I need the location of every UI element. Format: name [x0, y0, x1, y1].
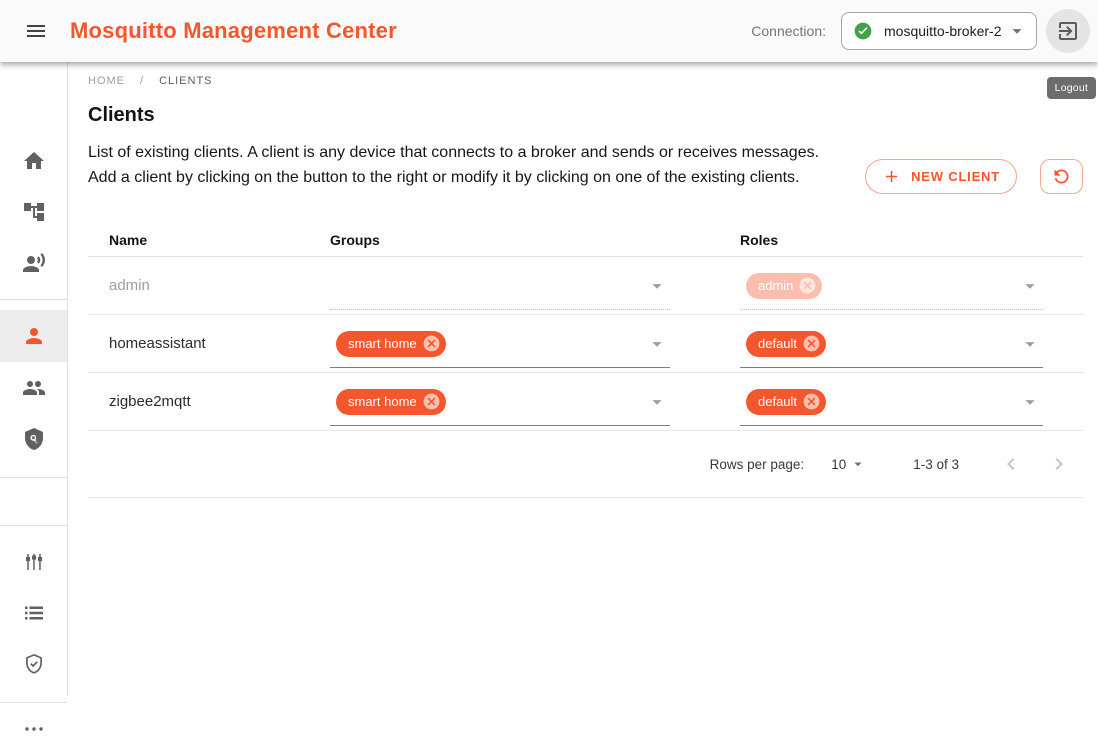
pagination-range: 1-3 of 3 [913, 457, 959, 472]
column-header-roles: Roles [740, 232, 1083, 248]
page-description: List of existing clients. A client is an… [88, 140, 830, 194]
refresh-icon [1051, 166, 1072, 187]
groups-select[interactable]: smart home [330, 386, 670, 426]
groups-select [330, 270, 670, 310]
page-title: Clients [88, 104, 1083, 127]
logout-button[interactable] [1046, 9, 1090, 53]
sidebar-item-topology[interactable] [0, 186, 67, 237]
rows-per-page-value: 10 [831, 457, 846, 472]
previous-page-button[interactable] [987, 440, 1035, 488]
roles-select: admin [740, 270, 1043, 310]
breadcrumb: HOME / CLIENTS [88, 75, 1083, 87]
caret-down-icon [1019, 275, 1041, 297]
roles-select[interactable]: default [740, 328, 1043, 368]
sidebar-divider [0, 477, 67, 478]
shield-check-icon [22, 652, 46, 676]
caret-down-icon [1006, 20, 1028, 42]
chip-delete-icon[interactable] [422, 392, 441, 411]
new-client-button[interactable]: NEW CLIENT [865, 159, 1017, 194]
table-row[interactable]: admin admin [88, 257, 1083, 315]
chip-delete-icon[interactable] [802, 392, 821, 411]
chip-label: admin [758, 278, 793, 293]
chip-label: smart home [348, 336, 417, 351]
sidebar-item-people[interactable] [0, 362, 67, 413]
breadcrumb-home-link[interactable]: HOME [88, 75, 125, 87]
clients-table: NameGroupsRoles admin admin homeassistant s… [88, 224, 1083, 498]
more-icon [22, 717, 46, 741]
home-icon [22, 149, 46, 173]
connection-label: Connection: [751, 23, 826, 39]
caret-down-icon [1019, 391, 1041, 413]
chip-delete-icon [798, 276, 817, 295]
rows-per-page-select[interactable]: 10 [831, 455, 867, 473]
app-bar: Mosquitto Management Center Connection: … [0, 0, 1098, 62]
sidebar-item-sliders[interactable] [0, 536, 67, 587]
chevron-right-icon [1047, 452, 1071, 476]
caret-down-icon [1019, 333, 1041, 355]
shield-search-icon [22, 427, 46, 451]
hamburger-icon [24, 19, 48, 43]
caret-down-icon [646, 333, 668, 355]
app-title: Mosquitto Management Center [70, 18, 397, 44]
sidebar-item-list[interactable] [0, 587, 67, 638]
plus-icon [882, 167, 901, 186]
breadcrumb-current: CLIENTS [159, 75, 212, 87]
logout-icon [1056, 19, 1080, 43]
sidebar [0, 62, 68, 696]
chip-label: default [758, 336, 797, 351]
person-voice-icon [22, 251, 46, 275]
roles-select[interactable]: default [740, 386, 1043, 426]
caret-down-icon [646, 391, 668, 413]
sidebar-item-shield-check[interactable] [0, 638, 67, 689]
connection-value: mosquitto-broker-2 [884, 23, 1002, 39]
main-content: HOME / CLIENTS Clients List of existing … [69, 62, 1098, 696]
chip: admin [746, 273, 822, 299]
sidebar-item-person[interactable] [0, 310, 67, 362]
people-icon [22, 376, 46, 400]
rows-per-page-label: Rows per page: [710, 457, 805, 472]
pagination: Rows per page: 10 1-3 of 3 [88, 431, 1083, 498]
chip-label: default [758, 394, 797, 409]
logout-tooltip: Logout [1047, 77, 1096, 99]
chip-label: smart home [348, 394, 417, 409]
chip[interactable]: default [746, 389, 826, 415]
chevron-left-icon [999, 452, 1023, 476]
list-icon [22, 601, 46, 625]
client-name: homeassistant [88, 335, 330, 352]
chip-delete-icon[interactable] [802, 334, 821, 353]
sliders-icon [22, 550, 46, 574]
client-name: admin [88, 277, 330, 294]
caret-down-icon [646, 275, 668, 297]
sidebar-item-shield-search[interactable] [0, 413, 67, 464]
sidebar-item-more[interactable] [0, 703, 67, 754]
next-page-button[interactable] [1035, 440, 1083, 488]
chip[interactable]: smart home [336, 389, 446, 415]
groups-select[interactable]: smart home [330, 328, 670, 368]
table-row[interactable]: zigbee2mqtt smart home default [88, 373, 1083, 431]
person-icon [22, 324, 46, 348]
table-header: NameGroupsRoles [88, 224, 1083, 257]
table-row[interactable]: homeassistant smart home default [88, 315, 1083, 373]
status-ok-icon [853, 21, 873, 41]
chip[interactable]: smart home [336, 331, 446, 357]
refresh-button[interactable] [1040, 159, 1083, 194]
new-client-label: NEW CLIENT [911, 169, 1000, 184]
column-header-groups: Groups [330, 232, 740, 248]
caret-down-icon [849, 455, 867, 473]
menu-button[interactable] [16, 11, 56, 51]
topology-icon [22, 200, 46, 224]
sidebar-item-person-voice[interactable] [0, 237, 67, 288]
sidebar-item-home[interactable] [0, 135, 67, 186]
sidebar-divider [0, 299, 67, 300]
column-header-name: Name [88, 232, 330, 248]
chip[interactable]: default [746, 331, 826, 357]
connection-select[interactable]: mosquitto-broker-2 [841, 12, 1037, 50]
chip-delete-icon[interactable] [422, 334, 441, 353]
client-name: zigbee2mqtt [88, 393, 330, 410]
sidebar-divider [0, 525, 67, 526]
breadcrumb-separator: / [140, 75, 144, 87]
